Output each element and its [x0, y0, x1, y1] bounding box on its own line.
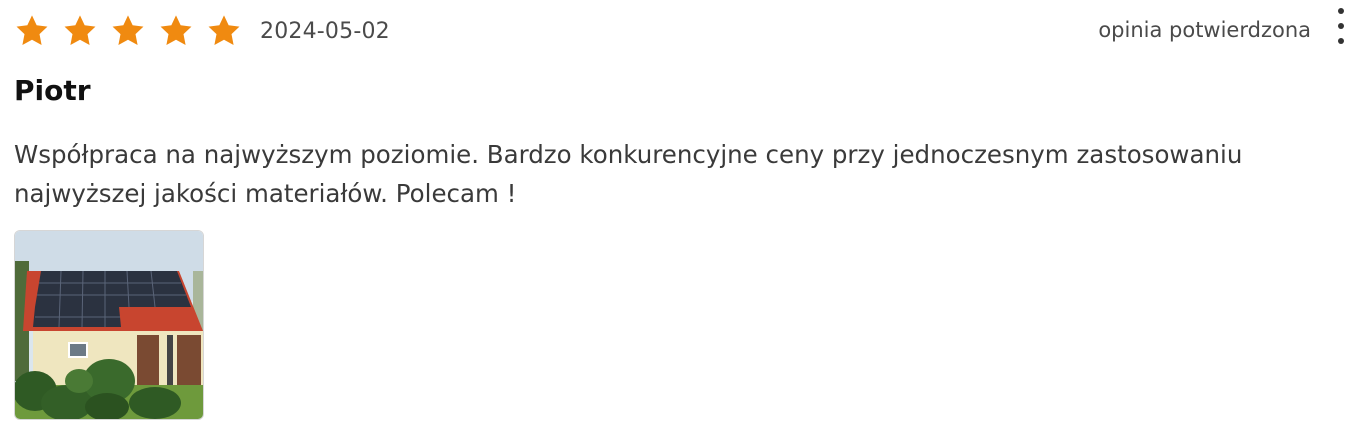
review-card: 2024-05-02 opinia potwierdzona Piotr Wsp…	[0, 0, 1359, 433]
star-icon	[110, 13, 146, 49]
star-rating	[14, 13, 254, 49]
kebab-dot	[1338, 23, 1344, 29]
star-icon	[206, 13, 242, 49]
kebab-dot	[1338, 38, 1344, 44]
star-icon	[158, 13, 194, 49]
kebab-dot	[1338, 8, 1344, 14]
review-author: Piotr	[14, 74, 91, 107]
verified-label: opinia potwierdzona	[1098, 18, 1311, 42]
review-photo-thumbnail[interactable]	[14, 230, 204, 420]
star-icon	[62, 13, 98, 49]
review-text: Współpraca na najwyższym poziomie. Bardz…	[14, 140, 1243, 208]
review-date: 2024-05-02	[260, 18, 390, 44]
star-icon	[14, 13, 50, 49]
more-vertical-icon[interactable]	[1333, 8, 1349, 44]
review-header: 2024-05-02	[14, 12, 390, 50]
